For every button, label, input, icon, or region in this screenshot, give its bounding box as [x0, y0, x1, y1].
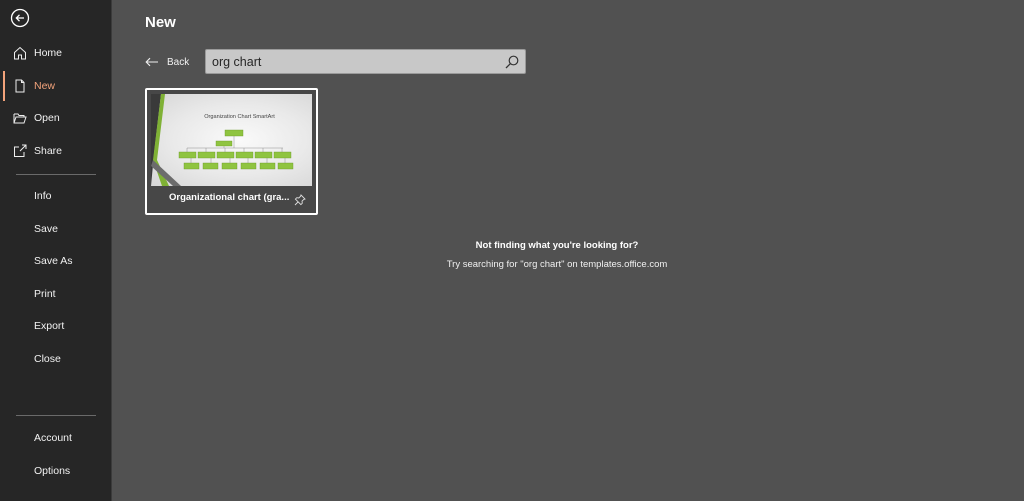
- page-title: New: [145, 14, 176, 31]
- search-input[interactable]: [212, 53, 497, 71]
- template-name: Organizational chart (gra...: [169, 192, 290, 203]
- sidebar-item-home[interactable]: Home: [0, 38, 112, 68]
- open-folder-icon: [13, 113, 27, 124]
- sidebar-divider: [16, 415, 96, 416]
- not-found-subtitle: Try searching for "org chart" on templat…: [446, 259, 668, 270]
- sidebar-item-label: Save: [34, 223, 58, 235]
- sidebar-item-open[interactable]: Open: [0, 103, 112, 133]
- sidebar-item-share[interactable]: Share: [0, 136, 112, 166]
- back-label: Back: [167, 56, 190, 68]
- sidebar-item-label: Share: [34, 145, 63, 157]
- backstage-sidebar: Home New Open Share Info Save Save As Pr…: [0, 0, 112, 501]
- sidebar-item-account[interactable]: Account: [0, 423, 112, 453]
- sidebar-item-save[interactable]: Save: [0, 214, 112, 244]
- sidebar-divider: [16, 174, 96, 175]
- new-document-icon: [15, 79, 25, 93]
- sidebar-item-print[interactable]: Print: [0, 279, 112, 309]
- template-card[interactable]: Organization Chart SmartArt Organization…: [145, 88, 318, 215]
- sidebar-item-export[interactable]: Export: [0, 311, 112, 341]
- pin-icon[interactable]: [294, 194, 306, 206]
- left-arrow-icon: [145, 57, 158, 67]
- sidebar-item-close[interactable]: Close: [0, 344, 112, 374]
- sidebar-item-label: Export: [34, 320, 65, 332]
- sidebar-item-label: New: [34, 80, 56, 92]
- home-icon: [14, 46, 26, 60]
- search-icon[interactable]: [504, 54, 520, 70]
- sidebar-item-new[interactable]: New: [0, 71, 112, 101]
- back-button[interactable]: Back: [145, 53, 189, 71]
- template-thumbnail: Organization Chart SmartArt: [151, 94, 312, 186]
- sidebar-item-label: Info: [34, 190, 52, 202]
- sidebar-item-label: Save As: [34, 255, 73, 267]
- sidebar-item-info[interactable]: Info: [0, 181, 112, 211]
- sidebar-item-save-as[interactable]: Save As: [0, 246, 112, 276]
- sidebar-item-label: Close: [34, 353, 61, 365]
- share-icon: [14, 144, 27, 157]
- sidebar-item-options[interactable]: Options: [0, 456, 112, 486]
- sidebar-item-label: Home: [34, 47, 63, 59]
- back-arrow-icon[interactable]: [10, 8, 30, 28]
- search-box: [205, 49, 526, 74]
- sidebar-item-label: Options: [34, 465, 71, 477]
- sidebar-item-label: Open: [34, 112, 60, 124]
- not-found-title: Not finding what you're looking for?: [475, 240, 639, 251]
- sidebar-item-label: Print: [34, 288, 56, 300]
- org-chart-preview: [151, 94, 294, 186]
- thumbnail-title: Organization Chart SmartArt: [204, 114, 275, 120]
- sidebar-item-label: Account: [34, 432, 72, 444]
